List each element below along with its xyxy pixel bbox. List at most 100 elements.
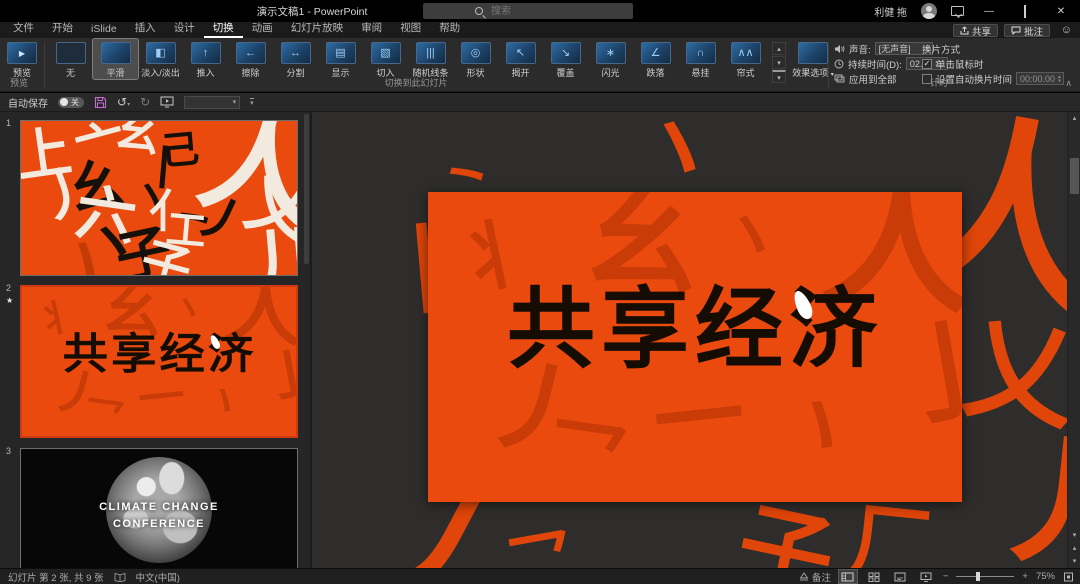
search-box[interactable] — [423, 3, 633, 19]
autosave-toggle[interactable]: 关 — [58, 97, 84, 108]
tab-design[interactable]: 设计 — [165, 19, 204, 38]
transition-icon: ▤ — [326, 42, 356, 64]
tab-label: 幻灯片放映 — [291, 22, 344, 34]
collapse-ribbon-icon[interactable]: ∧ — [1065, 78, 1072, 89]
notes-icon — [799, 572, 809, 581]
customize-qat-icon[interactable]: ▾ — [250, 98, 254, 107]
transition-shape[interactable]: ◎ 形状 — [453, 39, 498, 79]
proofing-book-icon[interactable] — [114, 572, 126, 582]
minimize-button[interactable]: — — [978, 6, 1000, 17]
fit-slide-icon[interactable] — [1063, 572, 1074, 582]
status-bar: 幻灯片 第 2 张, 共 9 张 中文(中国) 备注 − + 75% — [0, 568, 1080, 584]
tab-help[interactable]: 帮助 — [430, 19, 469, 38]
tab-view[interactable]: 视图 — [391, 19, 430, 38]
ribbon-display-options-icon[interactable] — [951, 6, 964, 16]
on-mouse-click-option[interactable]: ✓ 单击鼠标时 — [922, 56, 1064, 71]
transition-random-bars[interactable]: ||| 随机线条 — [408, 39, 453, 79]
save-icon[interactable] — [94, 96, 107, 109]
zoom-out-button[interactable]: − — [943, 571, 949, 582]
transition-none[interactable]: 无 — [48, 39, 93, 79]
transition-fade[interactable]: ◧ 淡入/淡出 — [138, 39, 183, 79]
transition-curtains[interactable]: ∧∧ 帘式 — [723, 39, 768, 79]
scrollbar-thumb[interactable] — [1070, 158, 1079, 194]
slide-thumbnail-1[interactable]: 人上亠幺己丨幺丶乂丿六丶亻丶子工丿儿丶子 — [20, 120, 298, 276]
slideshow-view-button[interactable] — [917, 570, 935, 583]
reading-view-button[interactable] — [891, 570, 909, 583]
canvas-scrollbar[interactable]: ▴ ▾ ▴ ▾ — [1067, 112, 1080, 568]
zoom-slider[interactable] — [956, 576, 1014, 577]
tab-home[interactable]: 开始 — [43, 19, 82, 38]
glyph-fragment: 丶 — [193, 374, 254, 432]
preview-button[interactable]: ▶ 预览 — [3, 40, 41, 79]
feedback-smiley-icon[interactable]: ☺ — [1061, 24, 1072, 36]
avatar[interactable] — [921, 3, 937, 19]
transition-push[interactable]: ↑ 推入 — [183, 39, 228, 79]
slide-sorter-view-button[interactable] — [865, 570, 883, 583]
transition-icon: ∗ — [596, 42, 626, 64]
checkbox-checked[interactable]: ✓ — [922, 59, 932, 69]
scroll-down-icon[interactable]: ▾ — [1068, 529, 1080, 542]
transition-cover[interactable]: ↘ 覆盖 — [543, 39, 588, 79]
scroll-up-icon[interactable]: ▴ — [1068, 112, 1080, 125]
slideshow-icon[interactable] — [160, 96, 174, 108]
slide-number: 2 — [6, 283, 11, 293]
effect-options-button[interactable]: 效果选项 ▾ — [790, 40, 836, 79]
tab-transitions[interactable]: 切换 — [204, 19, 243, 38]
redo-button[interactable]: ↻ — [140, 96, 150, 108]
normal-view-button[interactable] — [839, 570, 857, 583]
slide-number: 3 — [6, 446, 11, 456]
qat-dropdown[interactable]: ▾ — [184, 96, 240, 109]
panel-scrollbar[interactable] — [304, 114, 309, 264]
slide-thumbnail-3[interactable]: CLIMATE CHANGE CONFERENCE — [20, 448, 298, 568]
zoom-level[interactable]: 75% — [1036, 571, 1055, 582]
undo-button[interactable]: ↺▾ — [117, 96, 130, 108]
transition-split[interactable]: ↔ 分割 — [273, 39, 318, 79]
gallery-up-button[interactable]: ▴ — [772, 42, 786, 55]
gallery-scroller: ▴ ▾ ▾ — [772, 42, 786, 84]
slide-position[interactable]: 幻灯片 第 2 张, 共 9 张 — [8, 570, 104, 584]
gallery-down-button[interactable]: ▾ — [772, 56, 786, 69]
tab-label: iSlide — [91, 23, 117, 35]
transition-label: 悬挂 — [678, 66, 723, 79]
glyph-fragment: 幺 — [65, 155, 129, 219]
slide-number: 1 — [6, 118, 11, 128]
restore-button[interactable] — [1014, 6, 1036, 17]
transition-icon: ← — [236, 42, 266, 64]
next-slide-button[interactable]: ▾ — [1068, 555, 1080, 568]
slide-thumbnail-2[interactable]: 幺丬丶人丿一丶亅乛 共享经济 — [20, 285, 298, 438]
user-name[interactable]: 利健 拖 — [874, 4, 907, 19]
transition-cut[interactable]: ▧ 切入 — [363, 39, 408, 79]
notes-button[interactable]: 备注 — [799, 570, 831, 584]
transition-wipe[interactable]: ← 擦除 — [228, 39, 273, 79]
share-button[interactable]: 共享 — [953, 24, 998, 37]
tab-insert[interactable]: 插入 — [126, 19, 165, 38]
transition-uncover[interactable]: ↖ 揭开 — [498, 39, 543, 79]
search-input[interactable] — [489, 5, 609, 18]
close-button[interactable]: ✕ — [1050, 6, 1072, 17]
previous-slide-button[interactable]: ▴ — [1068, 542, 1080, 555]
slide-title-text: 共享经济 — [22, 319, 297, 381]
tab-slideshow[interactable]: 幻灯片放映 — [282, 19, 353, 38]
transition-morph[interactable]: 平滑 — [93, 39, 138, 79]
transition-reveal[interactable]: ▤ 显示 — [318, 39, 363, 79]
ribbon: ▶ 预览 预览 无 平滑 ◧ 淡入/淡出 ↑ 推入 — [0, 38, 1080, 92]
slide-canvas[interactable]: 人丨丶丶乂丿亅子丿厂乛 幺丬丶人丿一丶亅乛 共享经济 ▴ ▾ ▴ ▾ — [312, 112, 1080, 568]
tab-label: 帮助 — [439, 22, 460, 34]
transition-flash[interactable]: ∗ 闪光 — [588, 39, 633, 79]
spinner-arrows-icon[interactable]: ▴▾ — [1058, 75, 1061, 83]
auto-advance-spinner[interactable]: 00:00.00 ▴▾ — [1016, 72, 1064, 85]
tab-islide[interactable]: iSlide — [82, 22, 126, 38]
tab-review[interactable]: 审阅 — [352, 19, 391, 38]
zoom-in-button[interactable]: + — [1022, 571, 1028, 582]
language-indicator[interactable]: 中文(中国) — [136, 570, 180, 584]
transition-fall-over[interactable]: ∠ 跌落 — [633, 39, 678, 79]
tab-file[interactable]: 文件 — [4, 19, 43, 38]
tab-animations[interactable]: 动画 — [243, 19, 282, 38]
transition-icon — [101, 42, 131, 64]
glyph-fragment: 亻 — [149, 189, 194, 234]
gallery-more-button[interactable]: ▾ — [772, 70, 786, 83]
transition-drape[interactable]: ∩ 悬挂 — [678, 39, 723, 79]
comments-button[interactable]: 批注 — [1004, 24, 1050, 37]
zoom-slider-thumb[interactable] — [976, 572, 980, 581]
current-slide[interactable]: 幺丬丶人丿一丶亅乛 共享经济 — [428, 192, 962, 502]
